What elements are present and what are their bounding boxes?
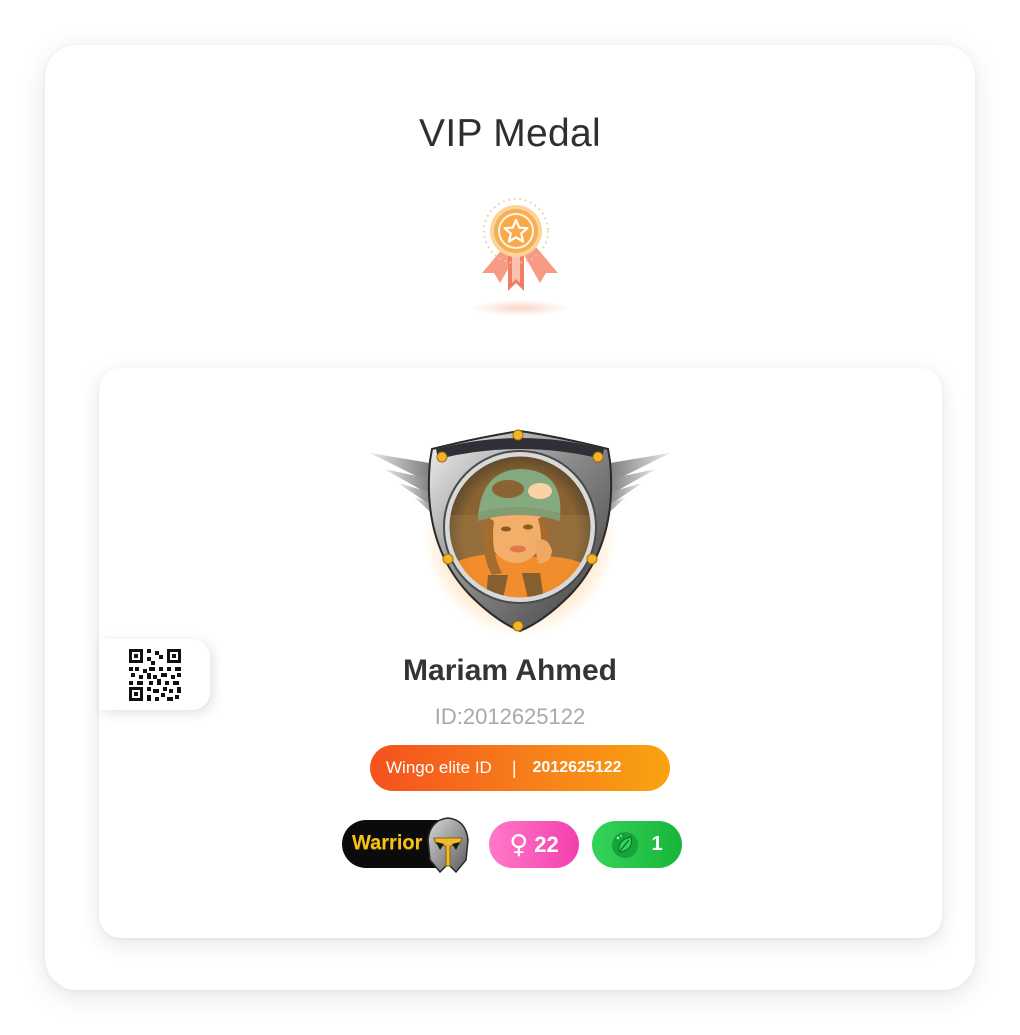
level-badge[interactable]: 1 (592, 821, 682, 868)
female-icon: ♀ (509, 829, 529, 860)
winged-shield-frame (370, 425, 670, 640)
page-title: VIP Medal (419, 112, 601, 155)
elite-id-number: 2012625122 (532, 759, 622, 776)
user-id: ID:2012625122 (434, 704, 586, 729)
warrior-rank-badge[interactable]: Warrior (342, 817, 469, 874)
user-name: Mariam Ahmed (403, 654, 617, 687)
leaf-icon (612, 831, 639, 858)
warrior-rank-label: Warrior (352, 832, 423, 854)
elite-id-separator: | (511, 757, 517, 778)
level-value: 1 (651, 833, 663, 855)
badge-row: Warrior ♀ 22 1 (340, 817, 700, 874)
vip-medal-icon (460, 195, 580, 325)
helmet-icon (427, 817, 469, 874)
age-value: 22 (534, 831, 559, 857)
gender-age-badge[interactable]: ♀ 22 (489, 821, 579, 868)
elite-id-label: Wingo elite ID (386, 758, 492, 777)
elite-id-pill[interactable]: Wingo elite ID | 2012625122 (370, 745, 670, 791)
